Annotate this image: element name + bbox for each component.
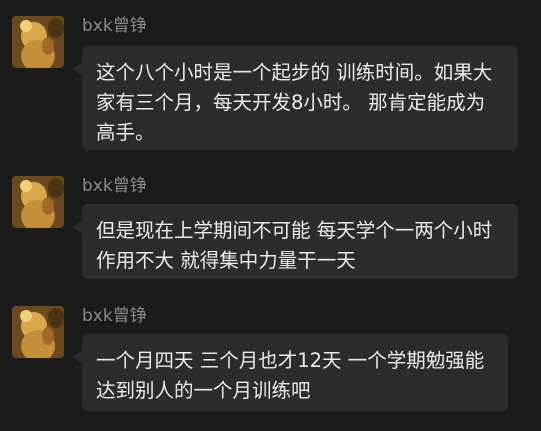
message-bubble[interactable]: 这个八个小时是一个起步的 训练时间。如果大 家有三个月，每天开发8小时。 那肯定…	[73, 46, 518, 150]
sender-name: bxk曾铮	[82, 16, 147, 36]
message-line: 高手。	[96, 121, 155, 144]
message-line: 一个月四天 三个月也才12天 一个学期勉强能	[96, 349, 485, 372]
avatar[interactable]	[12, 16, 64, 68]
message-bubble[interactable]: 一个月四天 三个月也才12天 一个学期勉强能 达到别人的一个月训练吧	[73, 334, 508, 411]
message-bubble[interactable]: 但是现在上学期间不可能 每天学个一两个小时 作用不大 就得集中力量干一天	[73, 204, 518, 279]
avatar-image	[12, 306, 64, 358]
message-line: 作用不大 就得集中力量干一天	[96, 249, 356, 272]
message-line: 家有三个月，每天开发8小时。 那肯定能成为	[96, 91, 486, 114]
sender-name: bxk曾铮	[82, 176, 147, 196]
message-line: 这个八个小时是一个起步的 训练时间。如果大	[96, 61, 493, 84]
avatar[interactable]	[12, 176, 64, 228]
avatar[interactable]	[12, 306, 64, 358]
sender-name: bxk曾铮	[82, 306, 147, 326]
message-line: 达到别人的一个月训练吧	[96, 379, 311, 402]
avatar-image	[12, 176, 64, 228]
avatar-image	[12, 16, 64, 68]
message-line: 但是现在上学期间不可能 每天学个一两个小时	[96, 219, 493, 242]
